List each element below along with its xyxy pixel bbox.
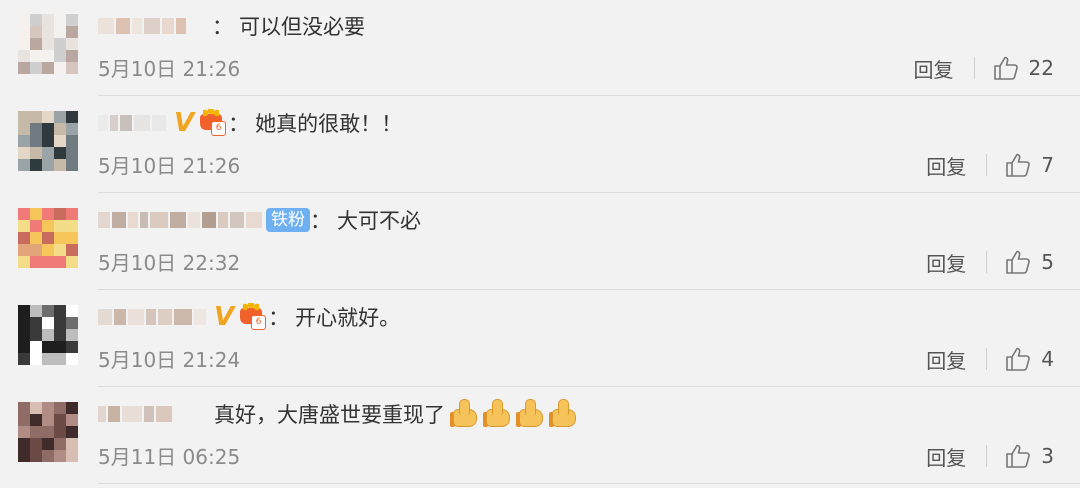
colon-separator: ：	[268, 306, 290, 330]
comment-actions: 回复 22	[914, 52, 1054, 84]
comment-actions: 回复 3	[926, 440, 1054, 472]
comment-timestamp: 5月10日 21:26	[98, 154, 241, 178]
action-divider	[986, 154, 988, 176]
colon-separator: ：	[228, 112, 250, 136]
avatar[interactable]	[18, 402, 78, 462]
avatar[interactable]	[18, 111, 78, 171]
comment-header: ：可以但没必要	[98, 10, 365, 42]
like-count: 3	[1041, 444, 1054, 468]
action-divider	[986, 348, 988, 370]
thumbs-up-emoji-icon	[483, 398, 511, 430]
like-button[interactable]: 7	[1005, 152, 1054, 178]
row-divider	[98, 95, 1080, 96]
comment-timestamp: 5月10日 21:24	[98, 348, 241, 372]
vip-crown-icon: 6	[238, 303, 267, 330]
comment-text: 大可不必	[337, 209, 421, 233]
row-divider	[98, 386, 1080, 387]
like-button[interactable]: 3	[1005, 443, 1054, 469]
comment-header: V 6：她真的很敢！！	[98, 107, 402, 139]
avatar[interactable]	[18, 305, 78, 365]
action-divider	[986, 445, 988, 467]
thumbs-up-outline-icon	[1006, 153, 1031, 177]
thumbs-up-outline-icon	[993, 56, 1018, 80]
crown-level: 6	[251, 315, 267, 330]
reply-button[interactable]: 回复	[926, 151, 966, 180]
comment-header: 铁粉：大可不必	[98, 204, 421, 236]
action-divider	[986, 251, 988, 273]
reply-button[interactable]: 回复	[914, 54, 954, 83]
comment-text: 她真的很敢！！	[255, 112, 403, 136]
colon-separator: ：	[310, 209, 331, 233]
thumbs-up-outline-icon	[1006, 347, 1031, 371]
thumbs-up-outline-icon	[1006, 444, 1031, 468]
fan-badge: 铁粉	[266, 208, 310, 232]
comment-text: 真好，大唐盛世要重现了	[214, 403, 445, 427]
avatar[interactable]	[18, 208, 78, 268]
avatar[interactable]	[18, 14, 78, 74]
thumbs-up-emoji-icon	[450, 398, 478, 430]
comment-item[interactable]: 真好，大唐盛世要重现了 5月11日 06:25 回复 3	[0, 388, 1080, 485]
comment-timestamp: 5月11日 06:25	[98, 445, 241, 469]
comment-actions: 回复 7	[926, 149, 1054, 181]
row-divider	[98, 192, 1080, 193]
thumbs-up-emoji-icon	[549, 398, 577, 430]
like-count: 7	[1041, 153, 1054, 177]
reply-button[interactable]: 回复	[926, 442, 966, 471]
username-redacted[interactable]	[98, 398, 174, 430]
vip-crown-icon: 6	[198, 109, 227, 136]
like-button[interactable]: 4	[1005, 346, 1054, 372]
row-divider	[98, 483, 1080, 484]
crown-level: 6	[211, 121, 227, 136]
row-divider	[98, 289, 1080, 290]
like-count: 4	[1041, 347, 1054, 371]
like-button[interactable]: 5	[1005, 249, 1054, 275]
like-count: 5	[1041, 250, 1054, 274]
reply-button[interactable]: 回复	[926, 248, 966, 277]
like-button[interactable]: 22	[993, 55, 1054, 81]
comment-header: 真好，大唐盛世要重现了	[98, 398, 577, 430]
like-count: 22	[1028, 56, 1054, 80]
comment-timestamp: 5月10日 21:26	[98, 57, 241, 81]
username-redacted[interactable]	[98, 301, 208, 333]
comment-item[interactable]: V 6：她真的很敢！！ 5月10日 21:26 回复 7	[0, 97, 1080, 194]
comment-timestamp: 5月10日 22:32	[98, 251, 241, 275]
action-divider	[973, 57, 975, 79]
comment-list: ：可以但没必要 5月10日 21:26 回复 22 V 6：她真的很敢！！ 5月10日 21…	[0, 0, 1080, 488]
v-verified-icon: V	[214, 302, 235, 332]
comment-item[interactable]: 铁粉：大可不必 5月10日 22:32 回复 5	[0, 194, 1080, 291]
username-redacted[interactable]	[98, 204, 264, 236]
v-verified-icon: V	[174, 108, 195, 138]
thumbs-up-emoji-icon	[516, 398, 544, 430]
colon-separator: ：	[212, 15, 233, 39]
reply-button[interactable]: 回复	[926, 345, 966, 374]
comment-actions: 回复 5	[926, 246, 1054, 278]
comment-text: 可以但没必要	[239, 15, 365, 39]
username-redacted[interactable]	[98, 107, 168, 139]
username-redacted[interactable]	[98, 10, 188, 42]
thumbs-up-outline-icon	[1006, 250, 1031, 274]
comment-actions: 回复 4	[926, 343, 1054, 375]
comment-text: 开心就好。	[295, 306, 401, 330]
comment-header: V 6：开心就好。	[98, 301, 400, 333]
comment-item[interactable]: V 6：开心就好。 5月10日 21:24 回复 4	[0, 291, 1080, 388]
comment-item[interactable]: ：可以但没必要 5月10日 21:26 回复 22	[0, 0, 1080, 97]
